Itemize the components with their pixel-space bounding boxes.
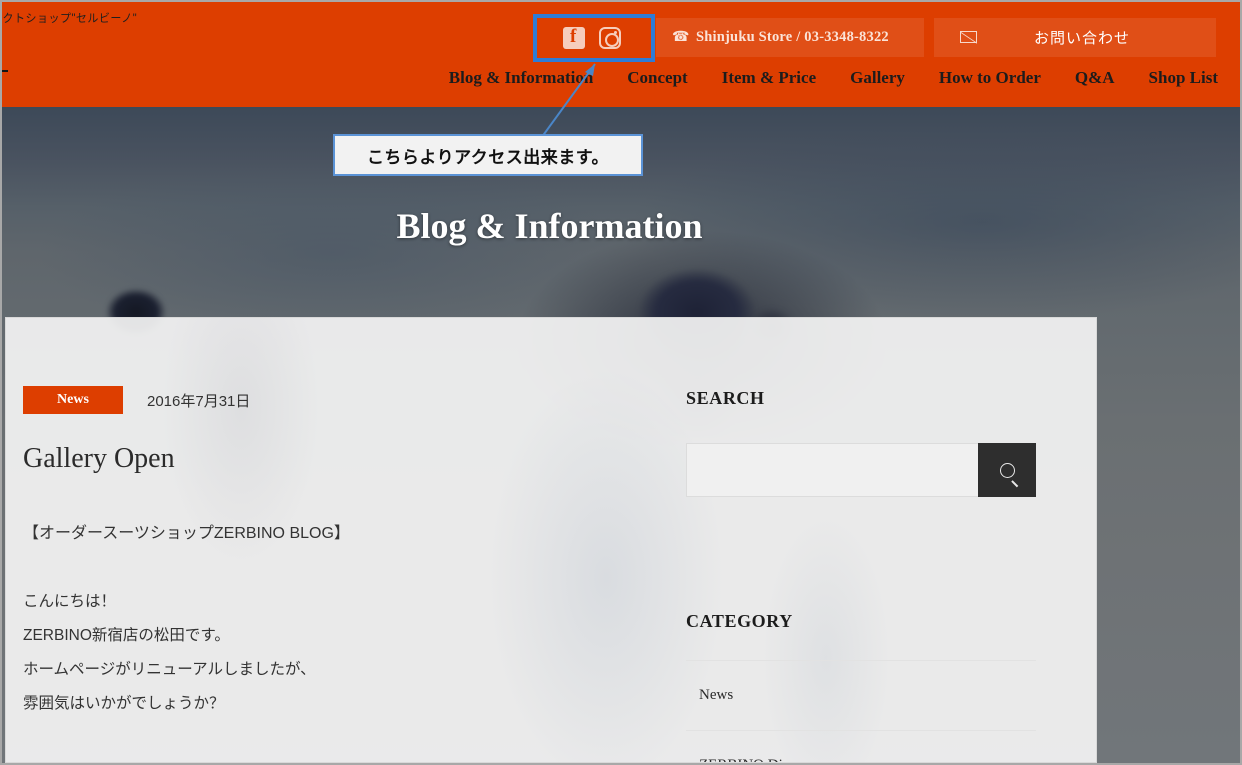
search-input[interactable] xyxy=(686,443,978,497)
post-line: ホームページがリニューアルしましたが、 xyxy=(23,653,623,687)
post-date: 2016年7月31日 xyxy=(147,390,250,411)
list-item[interactable]: ZERBINO Diary xyxy=(686,730,1036,763)
contact-label: お問い合わせ xyxy=(1034,27,1130,48)
category-heading: CATEGORY xyxy=(686,611,1036,632)
status-badge[interactable]: News xyxy=(23,386,123,414)
page-title: Blog & Information xyxy=(2,205,1097,247)
post-lead: 【オーダースーツショップZERBINO BLOG】 xyxy=(23,517,623,551)
nav-item-gallery[interactable]: Gallery xyxy=(850,68,905,88)
category-list: News ZERBINO Diary xyxy=(686,660,1036,763)
post-line: こんにちは！ xyxy=(23,585,623,619)
annotation-callout: こちらよりアクセス出来ます。 xyxy=(333,134,643,176)
nav-item-blog[interactable]: Blog & Information xyxy=(449,68,594,88)
post-meta: News 2016年7月31日 xyxy=(23,386,623,414)
mail-icon xyxy=(960,31,977,43)
search-icon xyxy=(1000,463,1015,478)
content-panel: News 2016年7月31日 Gallery Open 【オーダースーツショッ… xyxy=(5,317,1097,763)
post-line: 雰囲気はいかがでしょうか？ xyxy=(23,687,623,721)
phone-icon: ☎ xyxy=(672,31,686,45)
blog-post: News 2016年7月31日 Gallery Open 【オーダースーツショッ… xyxy=(23,386,623,721)
post-body: 【オーダースーツショップZERBINO BLOG】 こんにちは！ ZERBINO… xyxy=(23,517,623,721)
annotation-callout-text: こちらよりアクセス出来ます。 xyxy=(367,143,609,168)
phone-label: Shinjuku Store / 03-3348-8322 xyxy=(696,29,889,46)
post-title: Gallery Open xyxy=(23,443,623,475)
phone-button[interactable]: ☎ Shinjuku Store / 03-3348-8322 xyxy=(656,18,924,57)
search-button[interactable] xyxy=(978,443,1036,497)
nav-item-shop-list[interactable]: Shop List xyxy=(1149,68,1218,88)
nav-item-concept[interactable]: Concept xyxy=(627,68,687,88)
sidebar: SEARCH CATEGORY News ZERBINO Diary xyxy=(686,388,1036,763)
nav-item-how-to-order[interactable]: How to Order xyxy=(939,68,1041,88)
main-navigation: Blog & Information Concept Item & Price … xyxy=(2,68,1240,88)
contact-button[interactable]: お問い合わせ xyxy=(934,18,1216,57)
post-line: ZERBINO新宿店の松田です。 xyxy=(23,619,623,653)
search-heading: SEARCH xyxy=(686,388,1036,409)
nav-item-qa[interactable]: Q&A xyxy=(1075,68,1115,88)
annotation-highlight-box xyxy=(533,14,655,62)
browser-viewport: ーセレクトショップ"セルビーノ" O ks ☎ Shinjuku Store /… xyxy=(0,0,1242,765)
nav-item-item-price[interactable]: Item & Price xyxy=(722,68,816,88)
post-spacer xyxy=(23,551,623,585)
list-item[interactable]: News xyxy=(686,660,1036,730)
logo-tagline: ーセレクトショップ"セルビーノ" xyxy=(0,10,178,27)
search-form xyxy=(686,443,1036,497)
